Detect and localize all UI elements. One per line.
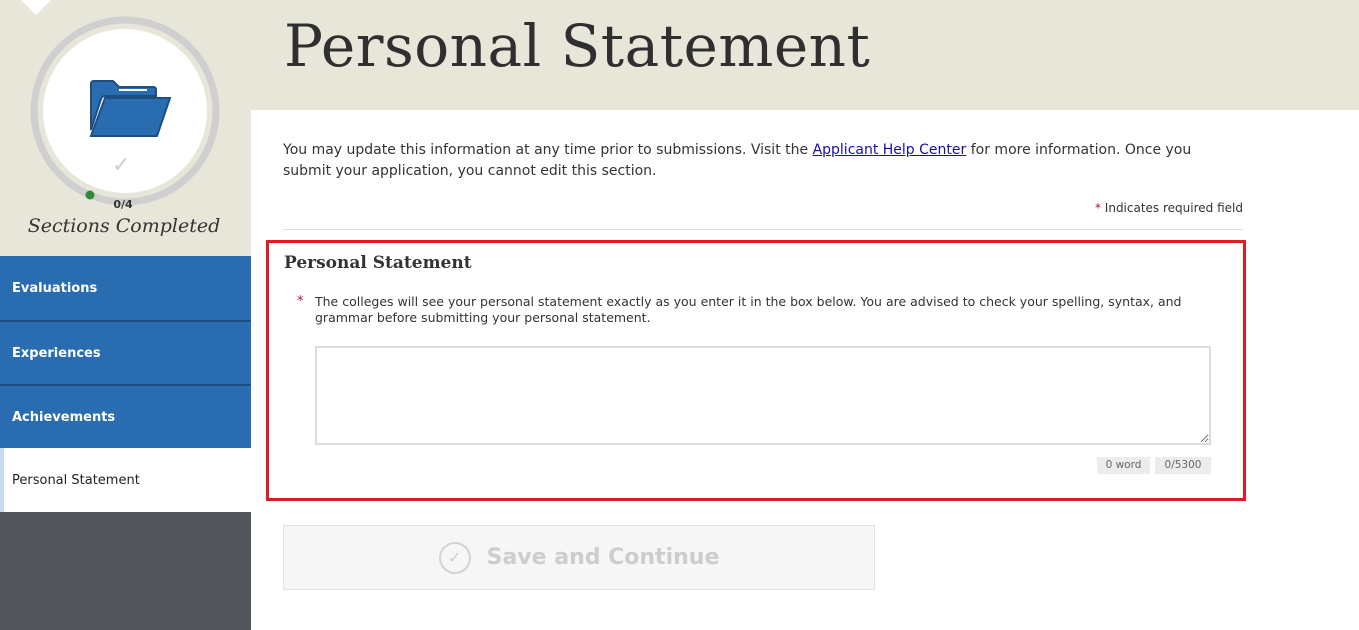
checkmark-icon: ✓ bbox=[112, 153, 131, 178]
question-text: The colleges will see your personal stat… bbox=[315, 294, 1182, 325]
sections-completed-label: Sections Completed bbox=[27, 215, 221, 237]
applicant-help-center-link[interactable]: Applicant Help Center bbox=[813, 142, 967, 158]
required-star: * bbox=[297, 294, 304, 309]
progress-panel: ✓ 0/4 Sections Completed bbox=[0, 0, 251, 256]
save-button-label: Save and Continue bbox=[486, 545, 720, 570]
word-count-badge: 0 word bbox=[1097, 457, 1150, 474]
sidebar: ✓ 0/4 Sections Completed Evaluations Exp… bbox=[0, 0, 251, 630]
sidebar-item-experiences[interactable]: Experiences bbox=[0, 320, 251, 384]
save-and-continue-button[interactable]: ✓ Save and Continue bbox=[283, 525, 875, 590]
folder-icon bbox=[89, 80, 172, 137]
personal-statement-textarea[interactable] bbox=[315, 346, 1211, 445]
char-count-badge: 0/5300 bbox=[1155, 457, 1211, 474]
sidebar-item-label: Experiences bbox=[12, 345, 101, 361]
progress-count: 0/4 bbox=[113, 198, 133, 211]
page-title: Personal Statement bbox=[284, 12, 871, 80]
sidebar-item-evaluations[interactable]: Evaluations bbox=[0, 256, 251, 320]
save-check-icon: ✓ bbox=[438, 541, 471, 574]
required-field-note: * Indicates required field bbox=[1094, 201, 1243, 215]
sidebar-item-achievements[interactable]: Achievements bbox=[0, 384, 251, 448]
section-heading: Personal Statement bbox=[284, 253, 472, 273]
sidebar-item-label: Evaluations bbox=[12, 280, 98, 296]
sidebar-item-label: Achievements bbox=[12, 409, 116, 425]
sidebar-item-label: Personal Statement bbox=[12, 472, 140, 488]
sidebar-item-personal-statement[interactable]: Personal Statement bbox=[0, 448, 251, 512]
notch-indicator bbox=[19, 0, 53, 15]
intro-text: You may update this information at any t… bbox=[283, 142, 1192, 179]
divider bbox=[283, 229, 1243, 230]
